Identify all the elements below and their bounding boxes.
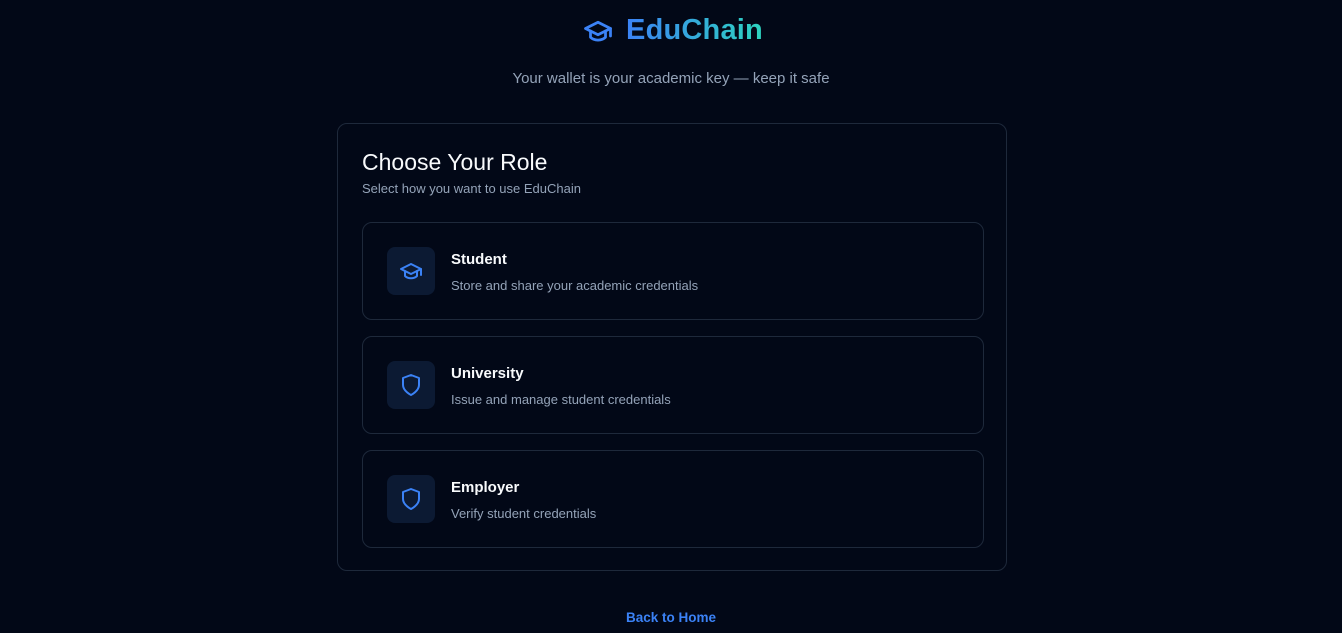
graduation-cap-icon [387,247,435,295]
graduation-cap-icon [579,16,617,46]
role-description: Store and share your academic credential… [451,278,699,293]
role-option-university[interactable]: University Issue and manage student cred… [362,336,984,434]
back-link-container: Back to Home [0,609,1342,627]
role-name: Employer [451,479,520,496]
shield-icon [387,475,435,523]
role-description: Verify student credentials [451,506,597,521]
brand-header: EduChain [0,14,1342,47]
shield-icon [387,361,435,409]
role-name: University [451,365,524,382]
back-to-home-link[interactable]: Back to Home [626,610,716,625]
role-option-student[interactable]: Student Store and share your academic cr… [362,222,984,320]
page: EduChain Your wallet is your academic ke… [0,0,1342,633]
role-option-employer[interactable]: Employer Verify student credentials [362,450,984,548]
card-title: Choose Your Role [362,149,548,175]
role-description: Issue and manage student credentials [451,392,671,407]
tagline: Your wallet is your academic key — keep … [512,70,830,87]
role-name: Student [451,251,507,268]
brand-name: EduChain [626,14,763,46]
card-subtitle: Select how you want to use EduChain [362,181,581,196]
role-selection-card: Choose Your Role Select how you want to … [337,123,1007,571]
